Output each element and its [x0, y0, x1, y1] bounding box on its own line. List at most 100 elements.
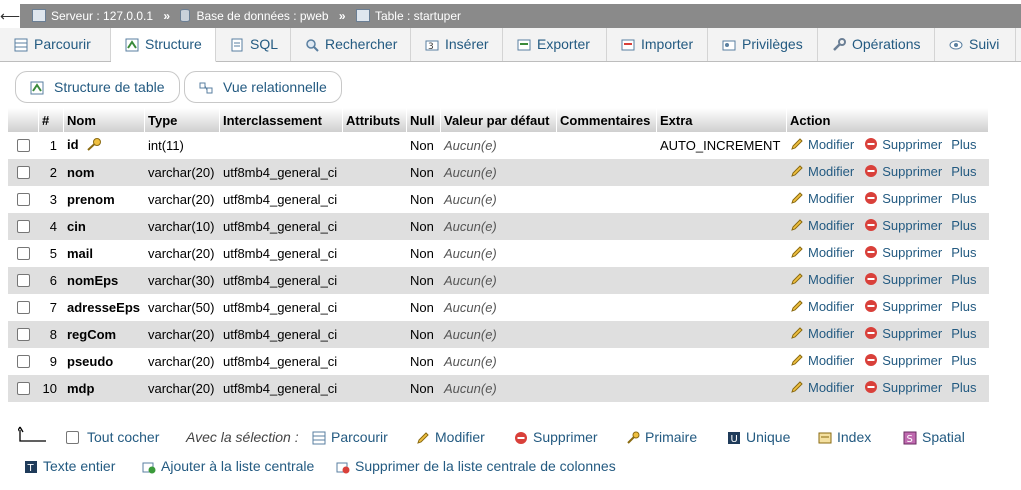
delete-link[interactable]: Supprimer: [864, 326, 942, 341]
table-header-row: # Nom Type Interclassement Attributs Nul…: [8, 108, 989, 132]
more-link[interactable]: Plus: [951, 218, 976, 233]
bulk-ajouter-liste-centrale[interactable]: Ajouter à la liste centrale: [142, 458, 314, 477]
row-checkbox[interactable]: [16, 382, 30, 395]
bulk-modifier[interactable]: Modifier: [416, 429, 485, 448]
main-tabs: Parcourir Structure SQL Rechercher 3 Insé…: [0, 28, 1021, 62]
row-checkbox[interactable]: [16, 355, 30, 368]
breadcrumb-table[interactable]: Table : startuper: [375, 9, 461, 23]
column-collation: utf8mb4_general_ci: [219, 375, 343, 402]
tab-parcourir[interactable]: Parcourir: [0, 28, 111, 61]
column-default: Aucun(e): [440, 159, 557, 186]
pencil-icon: [790, 353, 804, 370]
modify-link[interactable]: Modifier: [790, 326, 854, 341]
modify-link[interactable]: Modifier: [790, 380, 854, 395]
subtab-structure-de-table[interactable]: Structure de table: [15, 71, 180, 103]
bulk-index[interactable]: Index: [818, 429, 871, 448]
column-attributes: [342, 321, 407, 348]
col-num: #: [38, 108, 64, 132]
breadcrumb-server[interactable]: Serveur : 127.0.0.1: [51, 9, 153, 23]
breadcrumb-bar: ⟵ Serveur : 127.0.0.1 » Base de données …: [0, 4, 1021, 28]
tab-privileges[interactable]: Privilèges: [708, 28, 818, 61]
modify-link[interactable]: Modifier: [790, 218, 854, 233]
tab-rechercher[interactable]: Rechercher: [291, 28, 411, 61]
more-link[interactable]: Plus: [951, 380, 976, 395]
row-checkbox[interactable]: [16, 247, 30, 260]
row-checkbox[interactable]: [16, 328, 30, 341]
delete-link[interactable]: Supprimer: [864, 272, 942, 287]
breadcrumb-database[interactable]: Base de données : pweb: [196, 9, 328, 23]
column-null: Non: [406, 159, 441, 186]
bulk-texte-entier[interactable]: T Texte entier: [24, 458, 115, 477]
delete-link[interactable]: Supprimer: [864, 245, 942, 260]
modify-link[interactable]: Modifier: [790, 272, 854, 287]
row-checkbox[interactable]: [16, 193, 30, 206]
tab-exporter[interactable]: Exporter: [503, 28, 607, 61]
import-icon: [621, 31, 635, 64]
delete-icon: [864, 191, 878, 208]
more-link[interactable]: Plus: [951, 191, 976, 206]
pencil-icon: [790, 245, 804, 262]
delete-link[interactable]: Supprimer: [864, 218, 942, 233]
delete-link[interactable]: Supprimer: [864, 353, 942, 368]
column-attributes: [342, 267, 407, 294]
row-checkbox[interactable]: [16, 166, 30, 179]
column-extra: [656, 159, 787, 186]
delete-link[interactable]: Supprimer: [864, 164, 942, 179]
tab-operations[interactable]: Opérations: [818, 28, 935, 61]
column-type: varchar(20): [144, 240, 220, 267]
more-link[interactable]: Plus: [951, 245, 976, 260]
subtab-vue-relationnelle[interactable]: Vue relationnelle: [184, 71, 342, 103]
table-row: 1 id int(11) Non Aucun(e) AUTO_INCREMENT Modi…: [8, 132, 989, 159]
modify-link[interactable]: Modifier: [790, 164, 854, 179]
row-checkbox[interactable]: [16, 220, 30, 233]
column-null: Non: [406, 240, 441, 267]
modify-link[interactable]: Modifier: [790, 245, 854, 260]
more-link[interactable]: Plus: [951, 326, 976, 341]
row-checkbox[interactable]: [16, 139, 30, 152]
column-type: varchar(20): [144, 159, 220, 186]
tab-inserer[interactable]: 3 Insérer: [411, 28, 503, 61]
breadcrumb: Serveur : 127.0.0.1 » Base de données : …: [32, 4, 461, 28]
delete-link[interactable]: Supprimer: [864, 380, 942, 395]
svg-text:T: T: [27, 463, 35, 474]
more-link[interactable]: Plus: [951, 272, 976, 287]
check-all-checkbox[interactable]: [66, 431, 79, 444]
delete-link[interactable]: Supprimer: [864, 299, 942, 314]
bulk-primaire[interactable]: Primaire: [626, 429, 697, 448]
modify-link[interactable]: Modifier: [790, 137, 854, 152]
column-name: regCom: [67, 327, 117, 342]
col-null: Null: [406, 108, 441, 132]
bulk-supprimer[interactable]: Supprimer: [514, 429, 598, 448]
column-extra: [656, 348, 787, 375]
more-link[interactable]: Plus: [951, 353, 976, 368]
tab-importer[interactable]: Importer: [607, 28, 708, 61]
more-link[interactable]: Plus: [951, 137, 976, 152]
modify-link[interactable]: Modifier: [790, 191, 854, 206]
back-arrow-icon[interactable]: ⟵: [0, 4, 20, 28]
delete-link[interactable]: Supprimer: [864, 137, 942, 152]
modify-link[interactable]: Modifier: [790, 353, 854, 368]
bulk-supprimer-liste-centrale[interactable]: Supprimer de la liste centrale de colonn…: [336, 458, 616, 477]
more-link[interactable]: Plus: [951, 299, 976, 314]
row-checkbox[interactable]: [16, 274, 30, 287]
more-link[interactable]: Plus: [951, 164, 976, 179]
modify-link[interactable]: Modifier: [790, 299, 854, 314]
column-type: varchar(20): [144, 321, 220, 348]
tab-suivi[interactable]: Suivi: [935, 28, 1016, 61]
column-name: pseudo: [67, 354, 114, 369]
delete-link[interactable]: Supprimer: [864, 191, 942, 206]
column-default: Aucun(e): [440, 375, 557, 402]
bulk-unique[interactable]: U Unique: [727, 429, 790, 448]
pencil-icon: [790, 272, 804, 289]
bulk-parcourir[interactable]: Parcourir: [312, 429, 388, 448]
tab-structure[interactable]: Structure: [111, 28, 216, 62]
tab-sql[interactable]: SQL: [216, 28, 291, 61]
check-all[interactable]: Tout cocher: [66, 429, 159, 445]
column-collation: utf8mb4_general_ci: [219, 213, 343, 240]
column-type: varchar(10): [144, 213, 220, 240]
column-collation: utf8mb4_general_ci: [219, 240, 343, 267]
bulk-spatial[interactable]: S Spatial: [903, 429, 965, 448]
row-checkbox[interactable]: [16, 301, 30, 314]
arrow-left-icon: [16, 426, 48, 447]
column-type: varchar(20): [144, 375, 220, 402]
